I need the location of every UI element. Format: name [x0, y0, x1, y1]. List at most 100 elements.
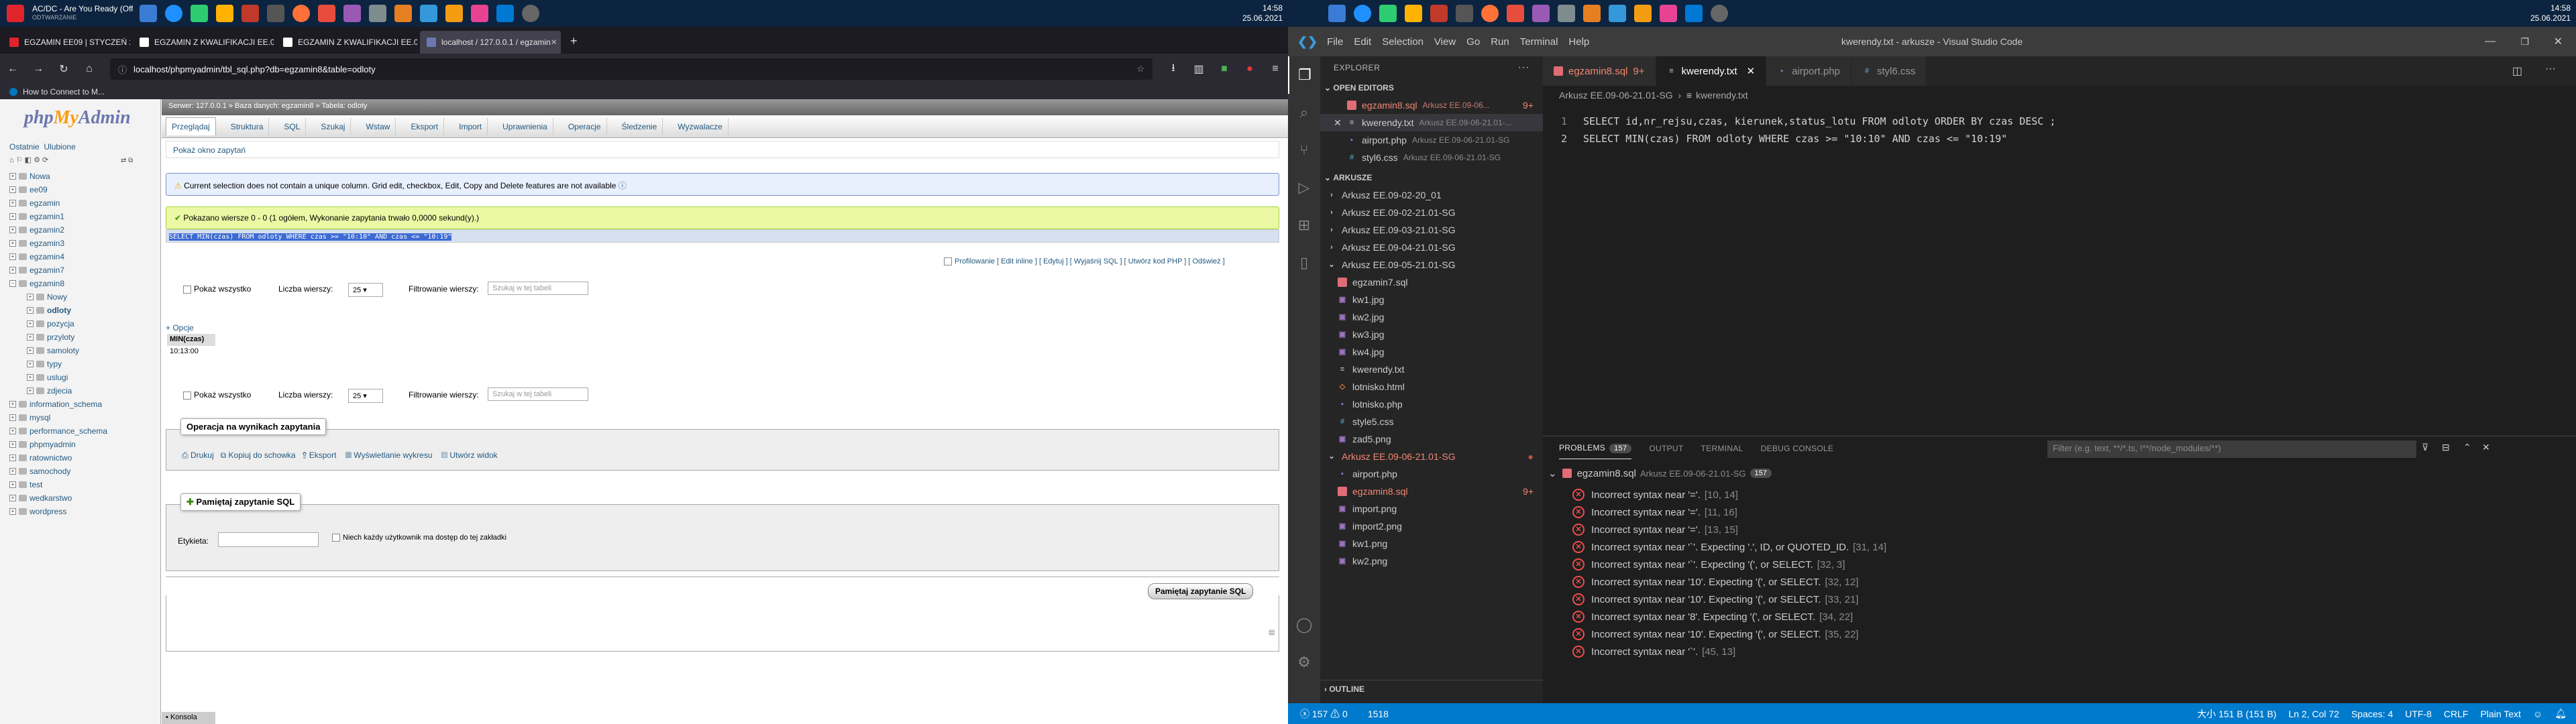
tab-export[interactable]: Eksport: [405, 117, 445, 135]
menu-help[interactable]: Help: [1568, 36, 1589, 48]
breadcrumb-folder[interactable]: Arkusz EE.09-06-21.01-SG: [1559, 90, 1673, 101]
status-position[interactable]: Ln 2, Col 72: [2288, 709, 2339, 719]
tree-table-item[interactable]: + przyloty: [9, 330, 107, 344]
tab-sql[interactable]: SQL: [278, 117, 307, 135]
status-language[interactable]: Plain Text: [2480, 709, 2520, 719]
maximize-panel-icon[interactable]: ⌃: [2463, 442, 2471, 453]
app-icon[interactable]: [1583, 5, 1601, 22]
expand-icon[interactable]: +: [9, 455, 16, 461]
close-icon[interactable]: ✕: [1747, 65, 1756, 77]
edge-icon[interactable]: [165, 5, 182, 22]
open-editor-item[interactable]: egzamin8.sql Arkusz EE.09-06... 9+: [1320, 97, 1543, 114]
file-item[interactable]: ▣ import2.png: [1320, 518, 1543, 535]
app-icon[interactable]: [267, 5, 284, 22]
filter-input[interactable]: Szukaj w tej tabeli: [488, 387, 588, 401]
tab-import[interactable]: Import: [453, 117, 488, 135]
youtube-icon[interactable]: [7, 5, 24, 22]
folder-item[interactable]: ⌄ Arkusz EE.09-06-21.01-SG ●: [1320, 448, 1543, 465]
file-item[interactable]: ▣ kw4.jpg: [1320, 343, 1543, 361]
tree-db-item[interactable]: + egzamin2: [9, 223, 107, 237]
tab-tracking[interactable]: Śledzenie: [616, 117, 663, 135]
expand-icon[interactable]: +: [9, 508, 16, 515]
outline-header[interactable]: › OUTLINE: [1320, 680, 1543, 697]
tab-privileges[interactable]: Uprawnienia: [497, 117, 553, 135]
editor-tab[interactable]: ▪ airport.php: [1766, 56, 1851, 86]
tree-db-item[interactable]: + egzamin1: [9, 210, 107, 223]
options-link[interactable]: + Opcje: [166, 323, 194, 333]
collapse-all-icon[interactable]: ⊟: [2442, 442, 2450, 453]
folder-item[interactable]: › Arkusz EE.09-02-21.01-SG: [1320, 204, 1543, 221]
app-icon[interactable]: [1379, 5, 1397, 22]
tab-insert[interactable]: Wstaw: [360, 117, 396, 135]
menu-terminal[interactable]: Terminal: [1520, 36, 1558, 48]
explorer-icon[interactable]: [1328, 5, 1346, 22]
expand-icon[interactable]: +: [9, 253, 16, 260]
maximize-icon[interactable]: ❐: [2520, 36, 2529, 48]
minimize-icon[interactable]: —: [2485, 36, 2496, 48]
media-title[interactable]: AC/DC - Are You Ready (Offici...ODTWARZA…: [32, 5, 133, 22]
recent-link[interactable]: Ostatnie: [9, 142, 40, 152]
profiling-links[interactable]: Profilowanie [ Edit inline ] [ Edytuj ] …: [944, 257, 1225, 266]
expand-icon[interactable]: +: [9, 213, 16, 220]
tree-table-item[interactable]: + pozycja: [9, 317, 107, 330]
tree-db-item[interactable]: + Nowa: [9, 170, 107, 183]
show-all-checkbox[interactable]: Pokaż wszystko: [183, 284, 251, 294]
remote-explorer-icon[interactable]: ▯: [1288, 244, 1320, 282]
tab-operations[interactable]: Operacje: [563, 117, 607, 135]
file-item[interactable]: egzamin8.sql 9+: [1320, 483, 1543, 500]
source-control-icon[interactable]: ⑂: [1288, 131, 1320, 169]
url-bar[interactable]: ⓘ localhost/phpmyadmin/tbl_sql.php?db=egz…: [110, 58, 1152, 80]
tree-table-item[interactable]: + Nowy: [9, 290, 107, 304]
tree-db-item[interactable]: + information_schema: [9, 398, 107, 411]
tree-table-item[interactable]: + uslugi: [9, 371, 107, 384]
clock[interactable]: 14:58 25.06.2021: [1242, 3, 1283, 23]
app-icon[interactable]: [1456, 5, 1473, 22]
browser-tab-active[interactable]: localhost / 127.0.0.1 / egzamin ✕: [420, 31, 561, 54]
workspace-header[interactable]: ⌄ ARKUSZE: [1320, 169, 1543, 186]
firefox-icon[interactable]: [292, 5, 310, 22]
app-icon[interactable]: [420, 5, 437, 22]
problem-item[interactable]: ✕ Incorrect syntax near '='. [13, 15]: [1572, 521, 1738, 538]
settings-icon[interactable]: [522, 5, 539, 22]
tree-db-item[interactable]: − egzamin8: [9, 277, 107, 290]
tree-db-item[interactable]: + egzamin3: [9, 237, 107, 250]
menu-selection[interactable]: Selection: [1382, 36, 1424, 48]
expand-icon[interactable]: +: [9, 227, 16, 233]
expand-icon[interactable]: +: [9, 481, 16, 488]
tree-db-item[interactable]: + samochody: [9, 465, 107, 478]
expand-icon[interactable]: +: [9, 173, 16, 180]
file-item[interactable]: ▣ kw3.jpg: [1320, 326, 1543, 343]
expand-icon[interactable]: +: [9, 468, 16, 475]
close-icon[interactable]: ✕: [2554, 35, 2563, 48]
status-encoding[interactable]: UTF-8: [2405, 709, 2432, 719]
problem-item[interactable]: ✕ Incorrect syntax near '='. [10, 14]: [1572, 486, 1738, 503]
tree-db-item[interactable]: + phpmyadmin: [9, 438, 107, 451]
open-editors-header[interactable]: ⌄ OPEN EDITORS: [1320, 79, 1543, 97]
app-icon[interactable]: [394, 5, 412, 22]
problem-item[interactable]: ✕ Incorrect syntax near '10'. Expecting '…: [1572, 591, 1858, 608]
tab-output[interactable]: OUTPUT: [1649, 438, 1683, 459]
app-icon[interactable]: [241, 5, 259, 22]
problem-item[interactable]: ✕ Incorrect syntax near '`'. Expecting '.…: [1572, 538, 1886, 556]
show-query-box-link[interactable]: Pokaż okno zapytań: [166, 141, 1279, 158]
expand-icon[interactable]: +: [27, 361, 34, 367]
browser-tab[interactable]: EGZAMIN EE09 | STYCZEŃ 2021✕: [3, 31, 130, 54]
extension-icon[interactable]: ●: [1244, 63, 1256, 75]
file-item[interactable]: egzamin7.sql: [1320, 274, 1543, 291]
expand-icon[interactable]: −: [9, 280, 16, 287]
result-column-header[interactable]: MIN(czas): [167, 334, 215, 346]
tree-table-item[interactable]: + samoloty: [9, 344, 107, 357]
folder-item[interactable]: › Arkusz EE.09-04-21.01-SG: [1320, 239, 1543, 256]
tab-terminal[interactable]: TERMINAL: [1701, 438, 1743, 459]
expand-icon[interactable]: +: [27, 387, 34, 394]
clock[interactable]: 14:58 25.06.2021: [2530, 3, 2571, 23]
file-item[interactable]: # style5.css: [1320, 413, 1543, 430]
editor-tab[interactable]: egzamin8.sql 9+: [1543, 56, 1656, 86]
notifications-icon[interactable]: 🔔︎: [2555, 708, 2567, 719]
scroll-top-icon[interactable]: ▤: [1269, 629, 1275, 636]
menu-edit[interactable]: Edit: [1354, 36, 1371, 48]
app-icon[interactable]: [1660, 5, 1677, 22]
tab-browse[interactable]: Przeglądaj: [166, 117, 216, 135]
more-icon[interactable]: ···: [1518, 62, 1529, 74]
back-icon[interactable]: ←: [7, 63, 19, 75]
